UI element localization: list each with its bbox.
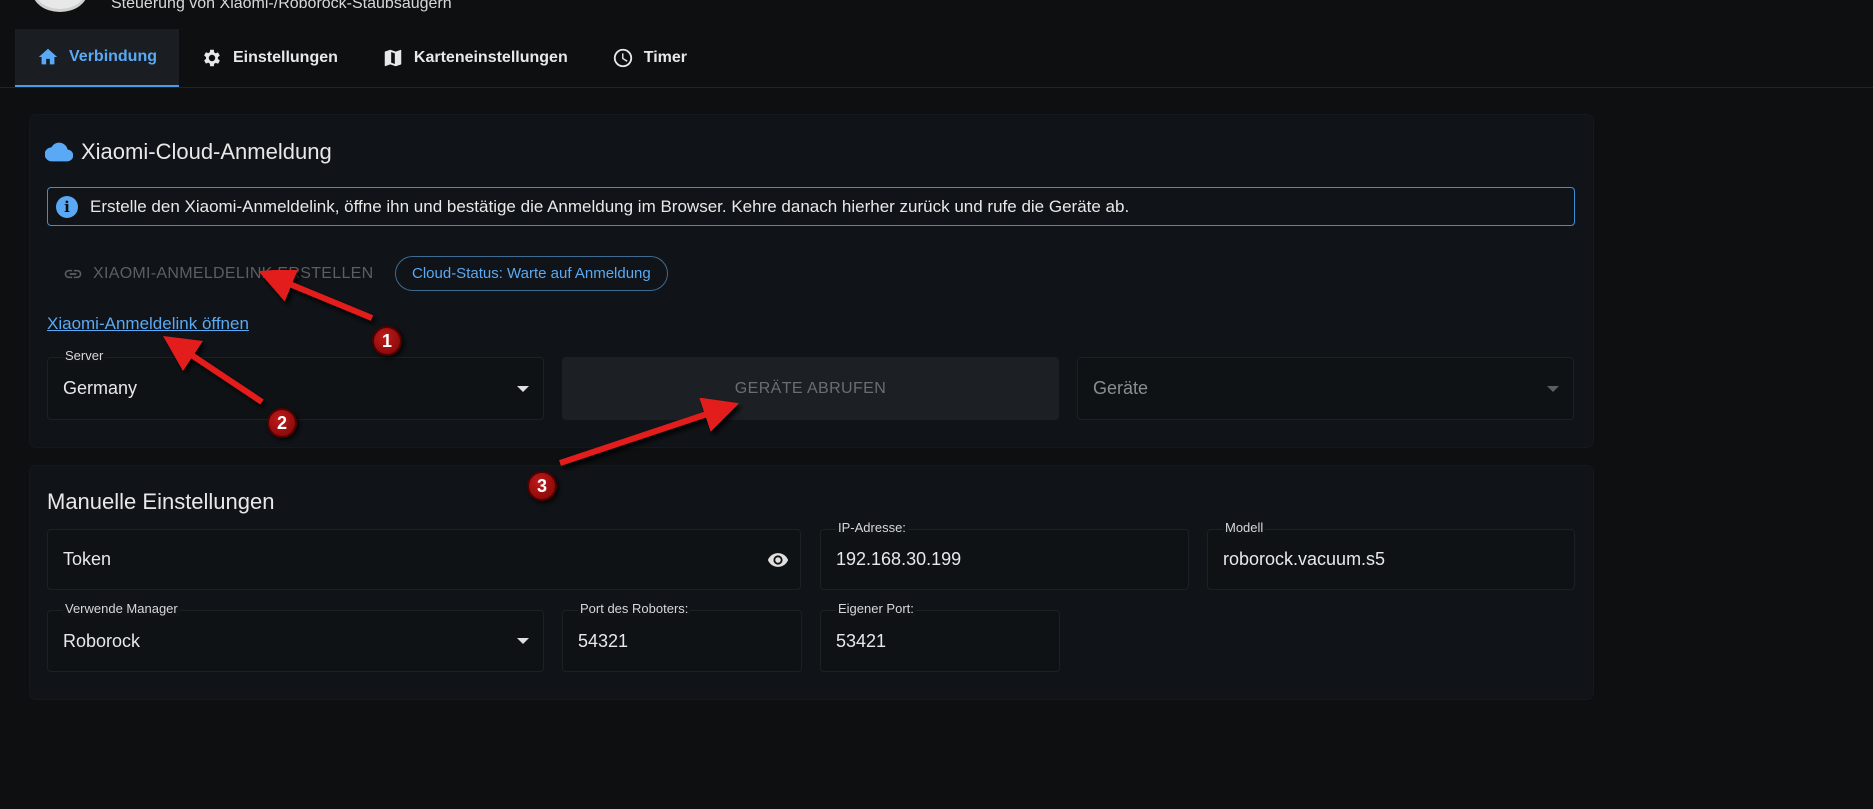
app-subtitle: Steuerung von Xiaomi-/Roborock-Staubsaug… xyxy=(111,0,452,12)
tab-label: Verbindung xyxy=(69,48,157,65)
manager-select[interactable]: Verwende Manager Roborock xyxy=(47,601,544,672)
open-login-link[interactable]: Xiaomi-Anmeldelink öffnen xyxy=(47,314,249,334)
tab-label: Timer xyxy=(643,49,687,66)
server-value: Germany xyxy=(63,378,138,398)
chevron-down-icon xyxy=(517,638,529,644)
tab-label: Karteneinstellungen xyxy=(413,49,568,66)
manual-title-text: Manuelle Einstellungen xyxy=(47,489,275,514)
tab-bar: Verbindung Einstellungen Karteneinstellu… xyxy=(15,29,709,87)
annotation-badge-2: 2 xyxy=(267,408,297,438)
annotation-badge-1: 1 xyxy=(372,326,402,356)
model-field[interactable]: Modell roborock.vacuum.s5 xyxy=(1207,520,1575,590)
tab-verbindung[interactable]: Verbindung xyxy=(15,29,179,87)
map-icon xyxy=(384,49,402,67)
tab-einstellungen[interactable]: Einstellungen xyxy=(179,29,360,87)
link-icon xyxy=(64,269,82,279)
robot-port-value: 54321 xyxy=(578,630,629,651)
model-value: roborock.vacuum.s5 xyxy=(1223,549,1386,569)
robot-port-field[interactable]: Port des Roboters: 54321 xyxy=(562,601,802,672)
create-link-label: XIAOMI-ANMELDELINK ERSTELLEN xyxy=(93,265,374,282)
own-port-value: 53421 xyxy=(836,630,887,651)
cloud-card-title: Xiaomi-Cloud-Anmeldung xyxy=(45,138,332,166)
devices-select[interactable]: Geräte xyxy=(1077,357,1574,420)
tab-label: Einstellungen xyxy=(233,49,338,66)
token-field[interactable]: Token xyxy=(47,529,801,590)
clock-icon xyxy=(613,48,632,68)
chevron-down-icon xyxy=(1547,385,1559,392)
cloud-status-chip: Cloud-Status: Warte auf Anmeldung xyxy=(395,256,668,291)
devices-placeholder: Geräte xyxy=(1093,378,1149,398)
token-placeholder: Token xyxy=(63,549,112,569)
chevron-down-icon xyxy=(517,385,529,392)
info-alert: i Erstelle den Xiaomi-Anmeldelink, öffne… xyxy=(47,187,1575,226)
eye-icon[interactable] xyxy=(766,549,790,571)
own-port-field[interactable]: Eigener Port: 53421 xyxy=(820,601,1060,672)
annotation-badge-3: 3 xyxy=(527,471,557,501)
tab-timer[interactable]: Timer xyxy=(590,29,709,87)
cloud-title-text: Xiaomi-Cloud-Anmeldung xyxy=(81,139,332,164)
create-login-link-button[interactable]: XIAOMI-ANMELDELINK ERSTELLEN xyxy=(47,255,377,293)
home-icon xyxy=(38,48,58,65)
ip-value: 192.168.30.199 xyxy=(836,549,962,569)
gear-icon xyxy=(204,49,220,67)
fetch-devices-button[interactable]: GERÄTE ABRUFEN xyxy=(562,357,1059,420)
app-logo xyxy=(32,0,88,12)
tab-divider xyxy=(0,87,1873,88)
ip-address-field[interactable]: IP-Adresse: 192.168.30.199 xyxy=(820,520,1189,590)
manager-value: Roborock xyxy=(63,630,141,651)
manual-card-title: Manuelle Einstellungen xyxy=(47,489,275,515)
tab-karteneinstellungen[interactable]: Karteneinstellungen xyxy=(360,29,590,87)
info-text: Erstelle den Xiaomi-Anmeldelink, öffne i… xyxy=(90,196,1130,216)
info-icon: i xyxy=(56,195,78,218)
server-select[interactable]: Server Germany xyxy=(47,348,544,420)
cloud-icon xyxy=(45,142,73,162)
